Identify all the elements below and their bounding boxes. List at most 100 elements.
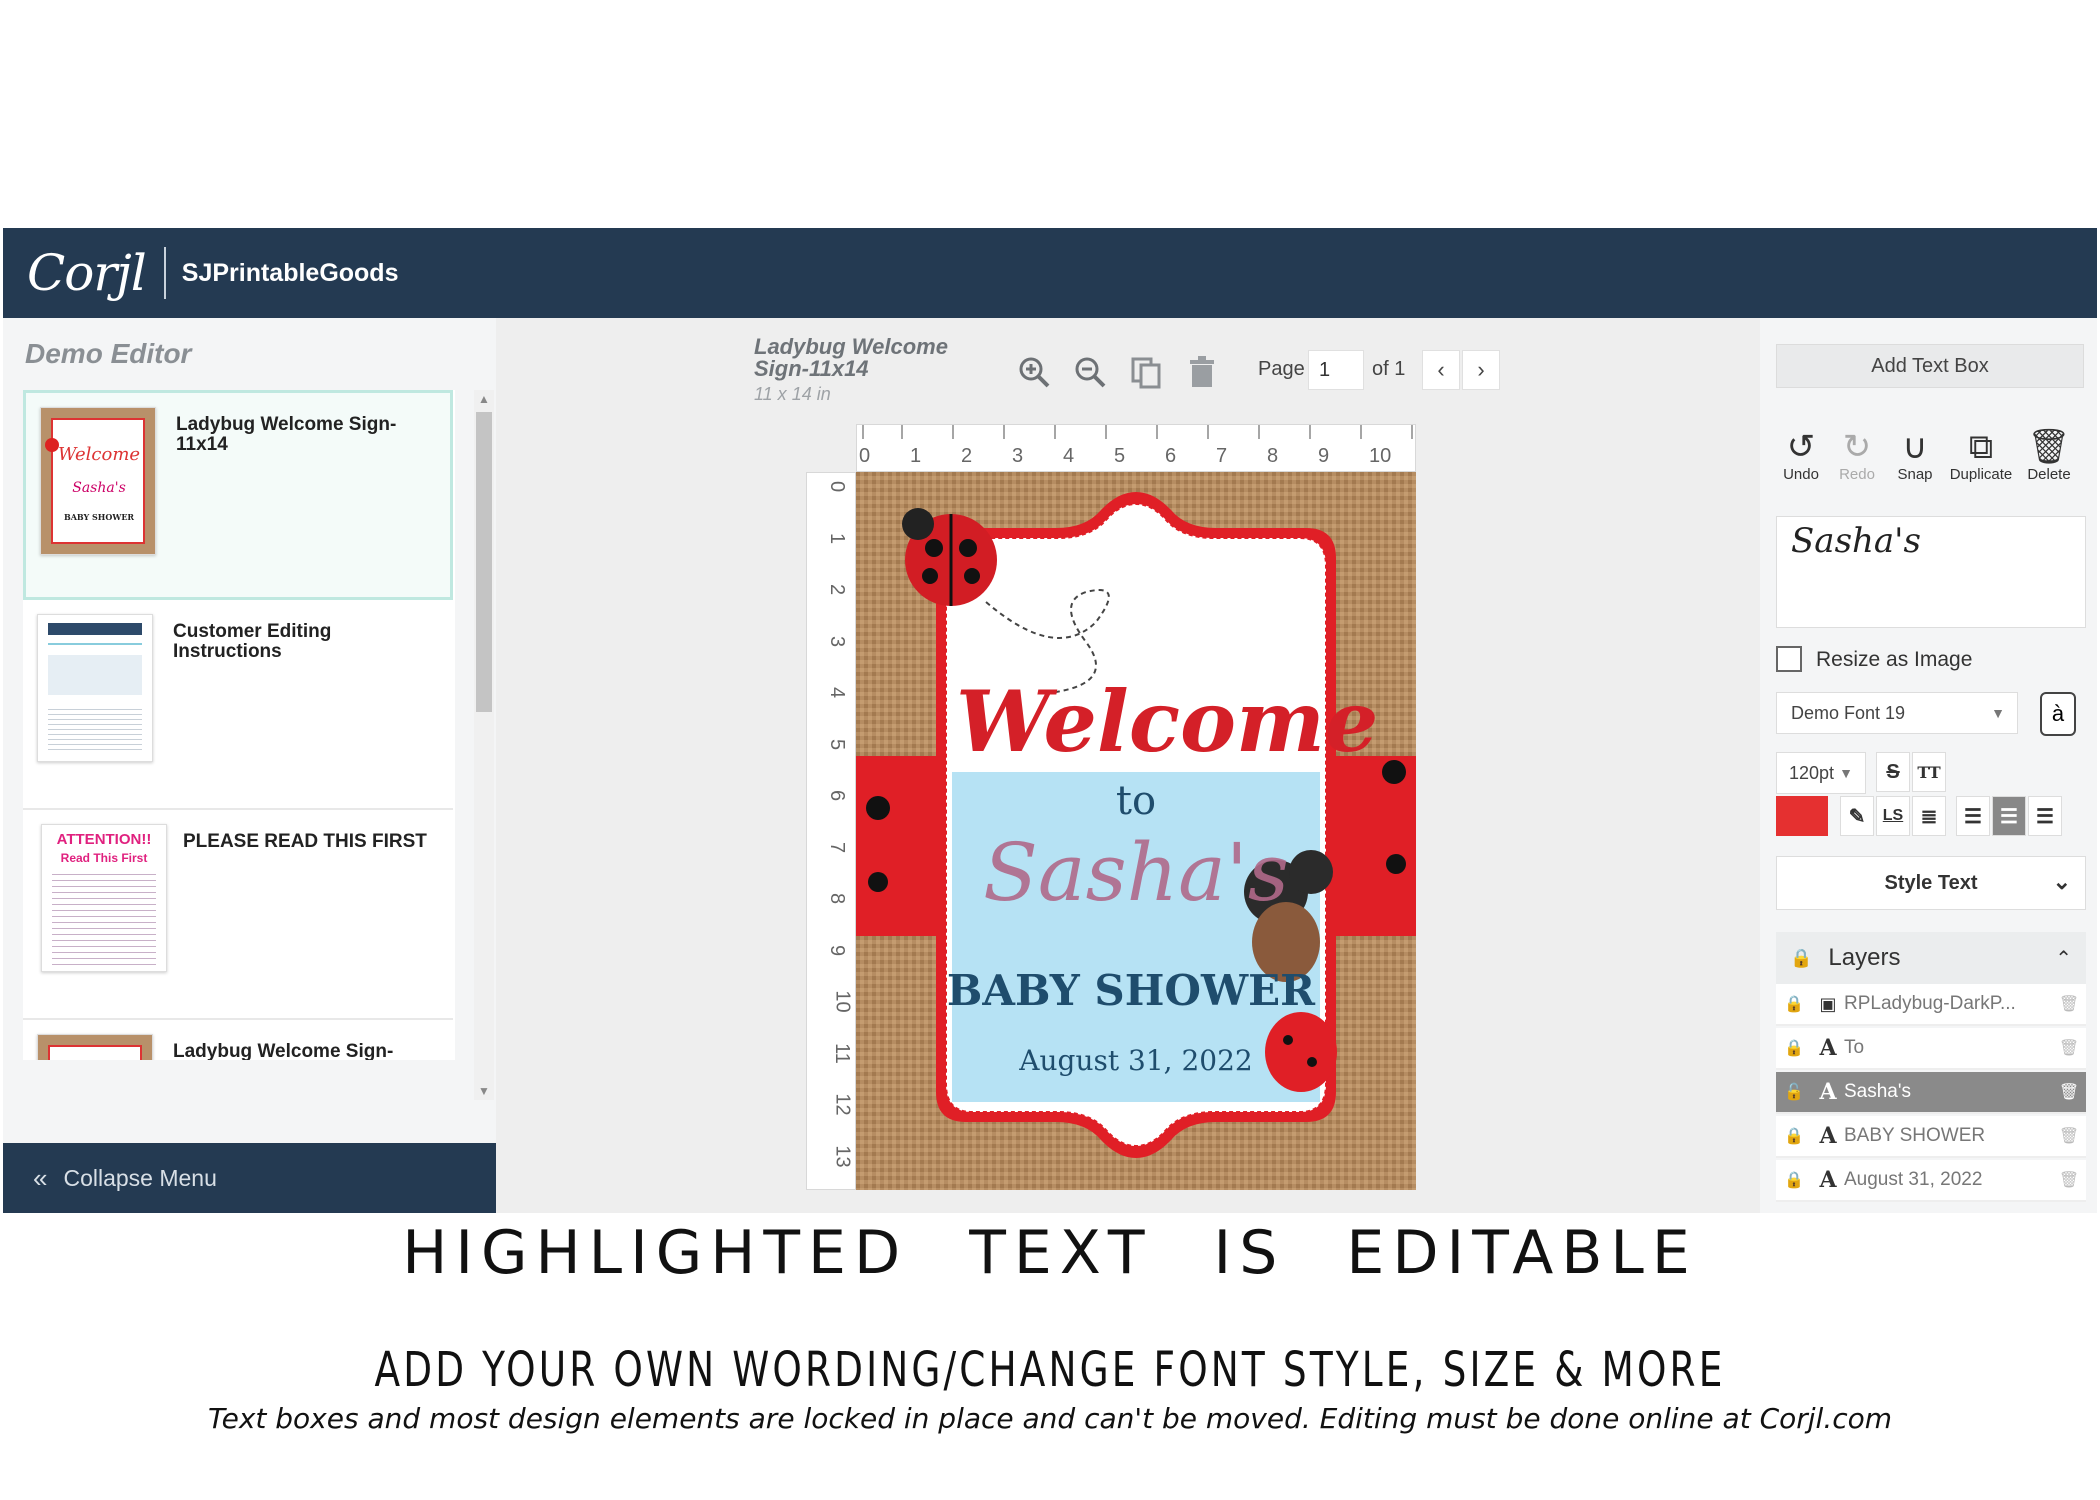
next-page-button[interactable]: › [1462, 350, 1500, 390]
ruler-h-number: 10 [1369, 445, 1392, 467]
document-title: Ladybug Welcome Sign-11x14 [754, 334, 948, 381]
vertical-ruler: 0 1 2 3 4 5 6 7 8 9 10 11 12 13 [806, 472, 856, 1190]
layer-item[interactable]: 🔒 A To 🗑 [1776, 1028, 2086, 1070]
text-edit-value: Sasha's [1791, 521, 1921, 561]
resize-as-image-checkbox[interactable] [1776, 646, 1802, 672]
trash-icon[interactable]: 🗑 [2052, 1170, 2086, 1190]
template-item-read-first[interactable]: ATTENTION!! Read This First PLEASE READ … [23, 810, 453, 1020]
template-name: Ladybug Welcome Sign-16x20 [173, 1041, 394, 1061]
font-select-value: Demo Font 19 [1791, 703, 1906, 723]
lock-icon[interactable]: 🔒 [1776, 1038, 1812, 1058]
font-size-value: 120pt [1789, 763, 1835, 783]
redo-icon: ↻ [1842, 428, 1872, 466]
baby-shower-text[interactable]: BABY SHOWER [946, 966, 1316, 1015]
note-caption: Text boxes and most design elements are … [207, 1402, 1893, 1435]
text-edit-area[interactable]: Sasha's [1776, 516, 2086, 628]
layers-header[interactable]: 🔒 Layers ⌃ [1776, 932, 2086, 984]
zoom-in-button[interactable] [1014, 352, 1054, 392]
unlock-icon[interactable]: 🔓 [1776, 1082, 1812, 1102]
trash-icon[interactable]: 🗑 [2052, 1038, 2086, 1058]
trash-icon[interactable]: 🗑 [2052, 1082, 2086, 1102]
date-text[interactable]: August 31, 2022 [956, 1044, 1316, 1077]
thumb-name-text: Sasha's [72, 480, 126, 496]
page-total: of 1 [1372, 358, 1406, 380]
prev-page-button[interactable]: ‹ [1422, 350, 1460, 390]
align-left-button[interactable]: ☰ [1956, 796, 1990, 836]
name-text[interactable]: Sasha's [956, 826, 1316, 919]
magnet-icon: ∪ [1902, 428, 1928, 466]
zoom-out-button[interactable] [1070, 352, 1110, 392]
align-center-button[interactable]: ☰ [1992, 796, 2026, 836]
zoom-out-icon [1075, 357, 1106, 388]
image-icon: ▣ [1819, 993, 1837, 1015]
align-left-icon: ☰ [1964, 805, 1982, 828]
copy-page-button[interactable] [1126, 352, 1166, 392]
chevron-left-icon: ‹ [1437, 357, 1445, 382]
welcome-text[interactable]: Welcome [956, 672, 1378, 771]
thumb-line [48, 643, 142, 645]
template-item-ladybug-11x14[interactable]: Welcome Sasha's BABY SHOWER Ladybug Welc… [23, 390, 453, 600]
layer-item[interactable]: 🔒 A August 31, 2022 🗑 [1776, 1160, 2086, 1202]
design-canvas[interactable]: Welcome to Sasha's BABY SHOWER August 31… [856, 472, 1416, 1190]
template-list-scrollbar[interactable]: ▲ ▼ [474, 390, 494, 1100]
ruler-h-number: 6 [1165, 445, 1177, 467]
ruler-v-number: 2 [826, 583, 849, 596]
snap-label: Snap [1897, 466, 1933, 483]
collapse-menu-label: Collapse Menu [63, 1164, 217, 1191]
template-name: Customer Editing Instructions [173, 621, 332, 662]
ruler-v-number: 9 [826, 944, 849, 956]
delete-page-button[interactable] [1182, 352, 1222, 392]
strikethrough-button[interactable]: S [1876, 752, 1910, 792]
headline-caption: HIGHLIGHTED TEXT IS EDITABLE [402, 1218, 1698, 1288]
font-select[interactable]: Demo Font 19 ▼ [1776, 692, 2018, 734]
text-color-swatch[interactable] [1776, 796, 1828, 836]
lock-icon[interactable]: 🔒 [1776, 1170, 1812, 1190]
lock-icon[interactable]: 🔒 [1776, 1126, 1812, 1146]
trash-icon[interactable]: 🗑 [2052, 994, 2086, 1014]
scroll-up-icon[interactable]: ▲ [478, 392, 490, 406]
align-right-button[interactable]: ☰ [2028, 796, 2062, 836]
trash-icon[interactable]: 🗑 [2052, 1126, 2086, 1146]
uppercase-button[interactable]: TT [1912, 752, 1946, 792]
style-text-dropdown[interactable]: Style Text ⌄ [1776, 856, 2086, 910]
redo-button[interactable]: ↻ Redo [1824, 428, 1890, 483]
layer-name: BABY SHOWER [1844, 1125, 1986, 1146]
layers-title: Layers [1828, 944, 1901, 971]
duplicate-button[interactable]: ⧉ Duplicate [1948, 428, 2014, 483]
page-number-input[interactable]: 1 [1308, 350, 1364, 390]
line-height-button[interactable]: ≣ [1912, 796, 1946, 836]
thumb-sign-frame [48, 1045, 142, 1060]
layer-item[interactable]: 🔒 A BABY SHOWER 🗑 [1776, 1116, 2086, 1158]
font-glyphs-button[interactable]: à [2040, 692, 2076, 736]
add-text-box-button[interactable]: Add Text Box [1776, 344, 2084, 388]
horizontal-ruler: 0 1 2 3 4 5 6 7 8 9 10 [856, 424, 1416, 472]
caret-down-icon: ▼ [1991, 705, 2005, 721]
corjl-logo[interactable]: Corjl [27, 244, 147, 302]
template-item-instructions[interactable]: Customer Editing Instructions [23, 600, 453, 810]
font-size-select[interactable]: 120pt ▼ [1776, 752, 1866, 794]
layer-item-active[interactable]: 🔓 A Sasha's 🗑 [1776, 1072, 2086, 1114]
ruler-v-number: 6 [826, 789, 849, 802]
delete-button[interactable]: 🗑 Delete [2016, 428, 2082, 483]
align-right-icon: ☰ [2036, 805, 2054, 828]
lock-icon[interactable]: 🔒 [1776, 994, 1812, 1014]
eyedropper-button[interactable]: ✎ [1840, 796, 1874, 836]
trash-icon: 🗑 [2027, 428, 2071, 466]
text-icon: A [1819, 1079, 1837, 1105]
ruler-h-number: 1 [910, 445, 922, 467]
ruler-h-number: 9 [1318, 445, 1330, 467]
ruler-h-number: 3 [1012, 445, 1024, 467]
scroll-down-icon[interactable]: ▼ [478, 1084, 490, 1098]
collapse-menu-button[interactable]: « Collapse Menu [3, 1143, 496, 1213]
template-list: Welcome Sasha's BABY SHOWER Ladybug Welc… [23, 390, 455, 1060]
ruler-v-number: 3 [826, 635, 849, 647]
to-text[interactable]: to [956, 778, 1316, 824]
letter-spacing-button[interactable]: LS [1876, 796, 1910, 836]
ruler-h-number: 4 [1063, 445, 1075, 467]
snap-button[interactable]: ∪ Snap [1882, 428, 1948, 483]
scrollbar-thumb[interactable] [476, 412, 492, 712]
thumb-attention-text: ATTENTION!! [56, 831, 152, 848]
ruler-ticks [862, 425, 1413, 439]
template-item-ladybug-16x20[interactable]: Ladybug Welcome Sign-16x20 [23, 1020, 453, 1060]
layer-item[interactable]: 🔒 ▣ RPLadybug-DarkP... 🗑 [1776, 984, 2086, 1026]
